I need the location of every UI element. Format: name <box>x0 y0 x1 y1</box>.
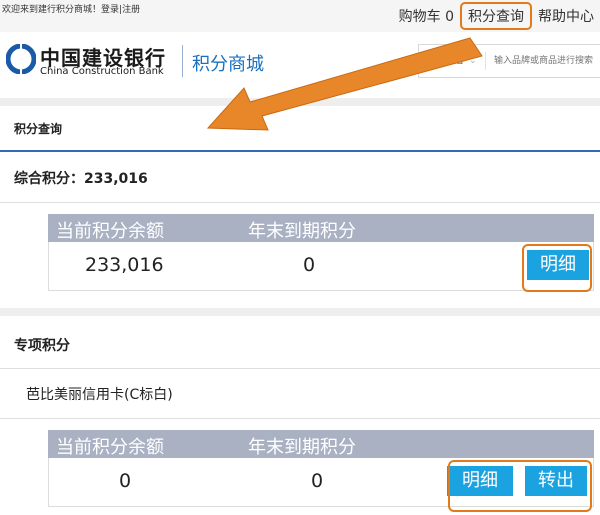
total-points-label: 综合积分：233,016 <box>14 171 148 187</box>
col-header-expiring: 年末到期积分 <box>248 437 356 458</box>
header-divider <box>182 45 183 77</box>
register-link[interactable]: 注册 <box>122 5 140 15</box>
help-center-link[interactable]: 帮助中心 <box>532 6 600 26</box>
transfer-out-button[interactable]: 转出 <box>525 466 587 496</box>
divider <box>0 202 600 203</box>
welcome-bar: 欢迎来到建行积分商城！登录|注册 <box>2 2 140 15</box>
divider <box>0 368 600 369</box>
mall-title[interactable]: 积分商城 <box>192 50 264 76</box>
section-header: 积分查询 <box>0 106 600 152</box>
search-scope-label: 积分范围 <box>427 56 464 66</box>
special-table: 当前积分余额 年末到期积分 0 0 明细 转出 <box>48 430 594 507</box>
welcome-text: 欢迎来到建行积分商城！ <box>2 5 102 15</box>
card-name: 芭比美丽信用卡(C标白) <box>26 387 173 403</box>
summary-table: 当前积分余额 年末到期积分 233,016 0 明细 <box>48 214 594 291</box>
cell-balance: 0 <box>119 470 132 492</box>
special-table-header: 当前积分余额 年末到期积分 <box>48 430 594 458</box>
special-points-title: 专项积分 <box>14 338 70 354</box>
cell-expiring: 0 <box>311 470 324 492</box>
points-query-link[interactable]: 积分查询 <box>460 2 532 30</box>
cell-balance: 233,016 <box>85 254 164 276</box>
special-detail-button[interactable]: 明细 <box>447 466 513 496</box>
cart-link[interactable]: 购物车 0 <box>393 6 460 26</box>
login-link[interactable]: 登录 <box>101 5 119 15</box>
search-scope-select[interactable]: 积分范围 ⌄ <box>419 52 486 70</box>
search-input[interactable] <box>486 55 600 67</box>
special-table-row: 0 0 明细 转出 <box>48 458 594 507</box>
search-box: 积分范围 ⌄ <box>418 44 600 78</box>
chevron-down-icon: ⌄ <box>469 56 477 66</box>
bank-name-en: China Construction Bank <box>40 66 164 77</box>
cell-expiring: 0 <box>303 254 316 276</box>
top-bar: 欢迎来到建行积分商城！登录|注册 购物车 0 积分查询 帮助中心 <box>0 0 600 32</box>
top-links: 购物车 0 积分查询 帮助中心 <box>393 0 600 32</box>
divider <box>0 418 600 419</box>
summary-table-header: 当前积分余额 年末到期积分 <box>48 214 594 242</box>
section-title: 积分查询 <box>14 122 63 136</box>
detail-button[interactable]: 明细 <box>527 250 589 280</box>
header-separator-band <box>0 98 600 106</box>
ccb-logo-icon <box>6 44 36 74</box>
col-header-expiring: 年末到期积分 <box>248 221 356 242</box>
summary-table-row: 233,016 0 明细 <box>48 242 594 291</box>
section-separator-band <box>0 308 600 316</box>
col-header-balance: 当前积分余额 <box>56 437 164 458</box>
col-header-balance: 当前积分余额 <box>56 221 164 242</box>
